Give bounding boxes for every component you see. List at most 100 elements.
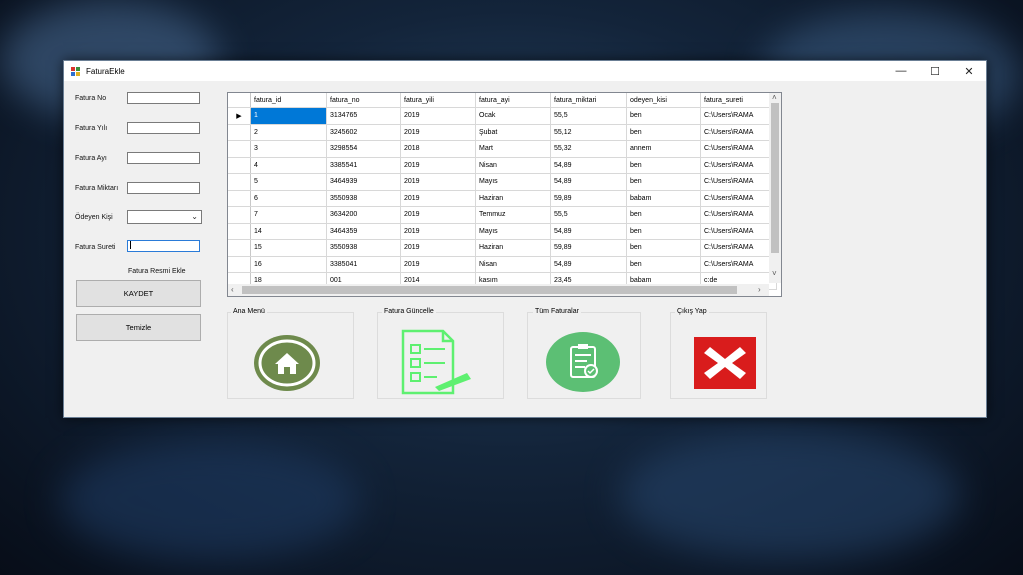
table-cell[interactable]: 55,5 (550, 206, 627, 224)
table-cell[interactable]: 3385541 (326, 157, 401, 174)
table-cell[interactable]: babam (626, 190, 701, 207)
column-header[interactable]: fatura_sureti (700, 93, 777, 108)
column-header[interactable]: odeyen_kisi (626, 93, 701, 108)
table-row[interactable]: ▶ 1 3134765 2019 Ocak 55,5 ben C:\Users\RAMA (228, 107, 777, 125)
table-cell[interactable]: 2019 (400, 239, 476, 257)
table-row[interactable]: 2 3245602 2019 Şubat 55,12 ben C:\Users\RAMA (228, 124, 777, 141)
fatura-no-input[interactable] (127, 92, 200, 104)
table-cell[interactable]: 3298554 (326, 140, 401, 158)
table-cell[interactable]: Şubat (475, 124, 551, 141)
table-cell[interactable]: 2018 (400, 140, 476, 158)
home-button[interactable] (253, 334, 321, 392)
row-header[interactable] (228, 140, 251, 158)
maximize-button[interactable]: ☐ (918, 61, 952, 81)
table-cell[interactable]: 4 (250, 157, 327, 174)
exit-button[interactable] (694, 337, 756, 389)
table-cell[interactable]: 54,89 (550, 157, 627, 174)
table-cell[interactable]: ben (626, 157, 701, 174)
table-cell[interactable]: 3464939 (326, 173, 401, 191)
table-row[interactable]: 6 3550938 2019 Haziran 59,89 babam C:\Users\RA… (228, 190, 777, 207)
table-row[interactable]: 14 3464359 2019 Mayıs 54,89 ben C:\Users\RAMA (228, 223, 777, 240)
table-cell[interactable]: C:\Users\RAMA (700, 206, 777, 224)
row-header[interactable]: ▶ (228, 107, 251, 125)
fatura-data-grid[interactable]: fatura_id fatura_no fatura_yili fatura_a… (227, 92, 782, 297)
row-header[interactable] (228, 206, 251, 224)
table-cell[interactable]: Mayıs (475, 173, 551, 191)
all-invoices-button[interactable] (545, 331, 621, 393)
table-cell[interactable]: Haziran (475, 239, 551, 257)
fatura-miktari-input[interactable] (127, 182, 200, 194)
column-header[interactable]: fatura_no (326, 93, 401, 108)
horizontal-scrollbar[interactable]: ‹ › (228, 284, 769, 296)
table-cell[interactable]: ben (626, 173, 701, 191)
row-header[interactable] (228, 157, 251, 174)
table-cell[interactable]: 2019 (400, 157, 476, 174)
table-cell[interactable]: Haziran (475, 190, 551, 207)
vertical-scroll-thumb[interactable] (771, 103, 779, 253)
scroll-down-icon[interactable]: ˅ (772, 269, 777, 278)
table-cell[interactable]: C:\Users\RAMA (700, 173, 777, 191)
table-cell[interactable]: 6 (250, 190, 327, 207)
minimize-button[interactable]: — (884, 61, 918, 81)
row-header[interactable] (228, 173, 251, 191)
row-header[interactable] (228, 124, 251, 141)
table-cell[interactable]: Nisan (475, 256, 551, 273)
vertical-scrollbar[interactable]: ˄ ˅ (769, 93, 781, 283)
table-cell[interactable]: ben (626, 239, 701, 257)
table-cell[interactable]: 3634200 (326, 206, 401, 224)
scroll-left-icon[interactable]: ‹ (231, 285, 234, 294)
table-cell[interactable]: Temmuz (475, 206, 551, 224)
table-cell[interactable]: 2019 (400, 173, 476, 191)
column-header[interactable]: fatura_id (250, 93, 327, 108)
table-cell[interactable]: 3 (250, 140, 327, 158)
kaydet-button[interactable]: KAYDET (76, 280, 201, 307)
row-header[interactable] (228, 223, 251, 240)
table-cell[interactable]: 2019 (400, 223, 476, 240)
table-cell[interactable]: Mart (475, 140, 551, 158)
table-cell[interactable]: 2019 (400, 107, 476, 125)
close-window-button[interactable]: ✕ (952, 61, 986, 81)
table-cell[interactable]: 3385041 (326, 256, 401, 273)
row-header[interactable] (228, 256, 251, 273)
table-cell[interactable]: C:\Users\RAMA (700, 107, 777, 125)
table-cell[interactable]: 3245602 (326, 124, 401, 141)
row-header[interactable] (228, 239, 251, 257)
table-row[interactable]: 4 3385541 2019 Nisan 54,89 ben C:\Users\RAMA (228, 157, 777, 174)
table-cell[interactable]: C:\Users\RAMA (700, 223, 777, 240)
row-header[interactable] (228, 190, 251, 207)
table-cell[interactable]: ben (626, 256, 701, 273)
table-cell[interactable]: 2019 (400, 256, 476, 273)
table-cell[interactable]: C:\Users\RAMA (700, 140, 777, 158)
table-cell[interactable]: 7 (250, 206, 327, 224)
column-header[interactable]: fatura_ayi (475, 93, 551, 108)
table-cell[interactable]: C:\Users\RAMA (700, 190, 777, 207)
table-cell[interactable]: 59,89 (550, 190, 627, 207)
fatura-ayi-input[interactable] (127, 152, 200, 164)
table-cell[interactable]: C:\Users\RAMA (700, 239, 777, 257)
table-cell[interactable]: 3550938 (326, 239, 401, 257)
update-button[interactable] (397, 329, 477, 395)
table-cell[interactable]: Ocak (475, 107, 551, 125)
table-cell[interactable]: ben (626, 223, 701, 240)
table-cell[interactable]: 2019 (400, 124, 476, 141)
table-cell[interactable]: ben (626, 107, 701, 125)
horizontal-scroll-thumb[interactable] (242, 286, 737, 294)
chevron-down-icon[interactable]: ⌄ (191, 212, 198, 221)
temizle-button[interactable]: Temizle (76, 314, 201, 341)
table-cell[interactable]: 54,89 (550, 223, 627, 240)
table-cell[interactable]: 3464359 (326, 223, 401, 240)
column-header[interactable]: fatura_yili (400, 93, 476, 108)
table-cell[interactable]: 14 (250, 223, 327, 240)
fatura-sureti-input[interactable] (127, 240, 200, 252)
table-cell[interactable]: 1 (250, 107, 327, 125)
table-cell[interactable]: Mayıs (475, 223, 551, 240)
table-cell[interactable]: 59,89 (550, 239, 627, 257)
table-cell[interactable]: 2 (250, 124, 327, 141)
table-cell[interactable]: 2019 (400, 206, 476, 224)
table-cell[interactable]: 54,89 (550, 173, 627, 191)
table-cell[interactable]: C:\Users\RAMA (700, 157, 777, 174)
table-row[interactable]: 16 3385041 2019 Nisan 54,89 ben C:\Users\RAMA (228, 256, 777, 273)
table-cell[interactable]: 2019 (400, 190, 476, 207)
scroll-right-icon[interactable]: › (758, 285, 761, 294)
table-cell[interactable]: C:\Users\RAMA (700, 256, 777, 273)
